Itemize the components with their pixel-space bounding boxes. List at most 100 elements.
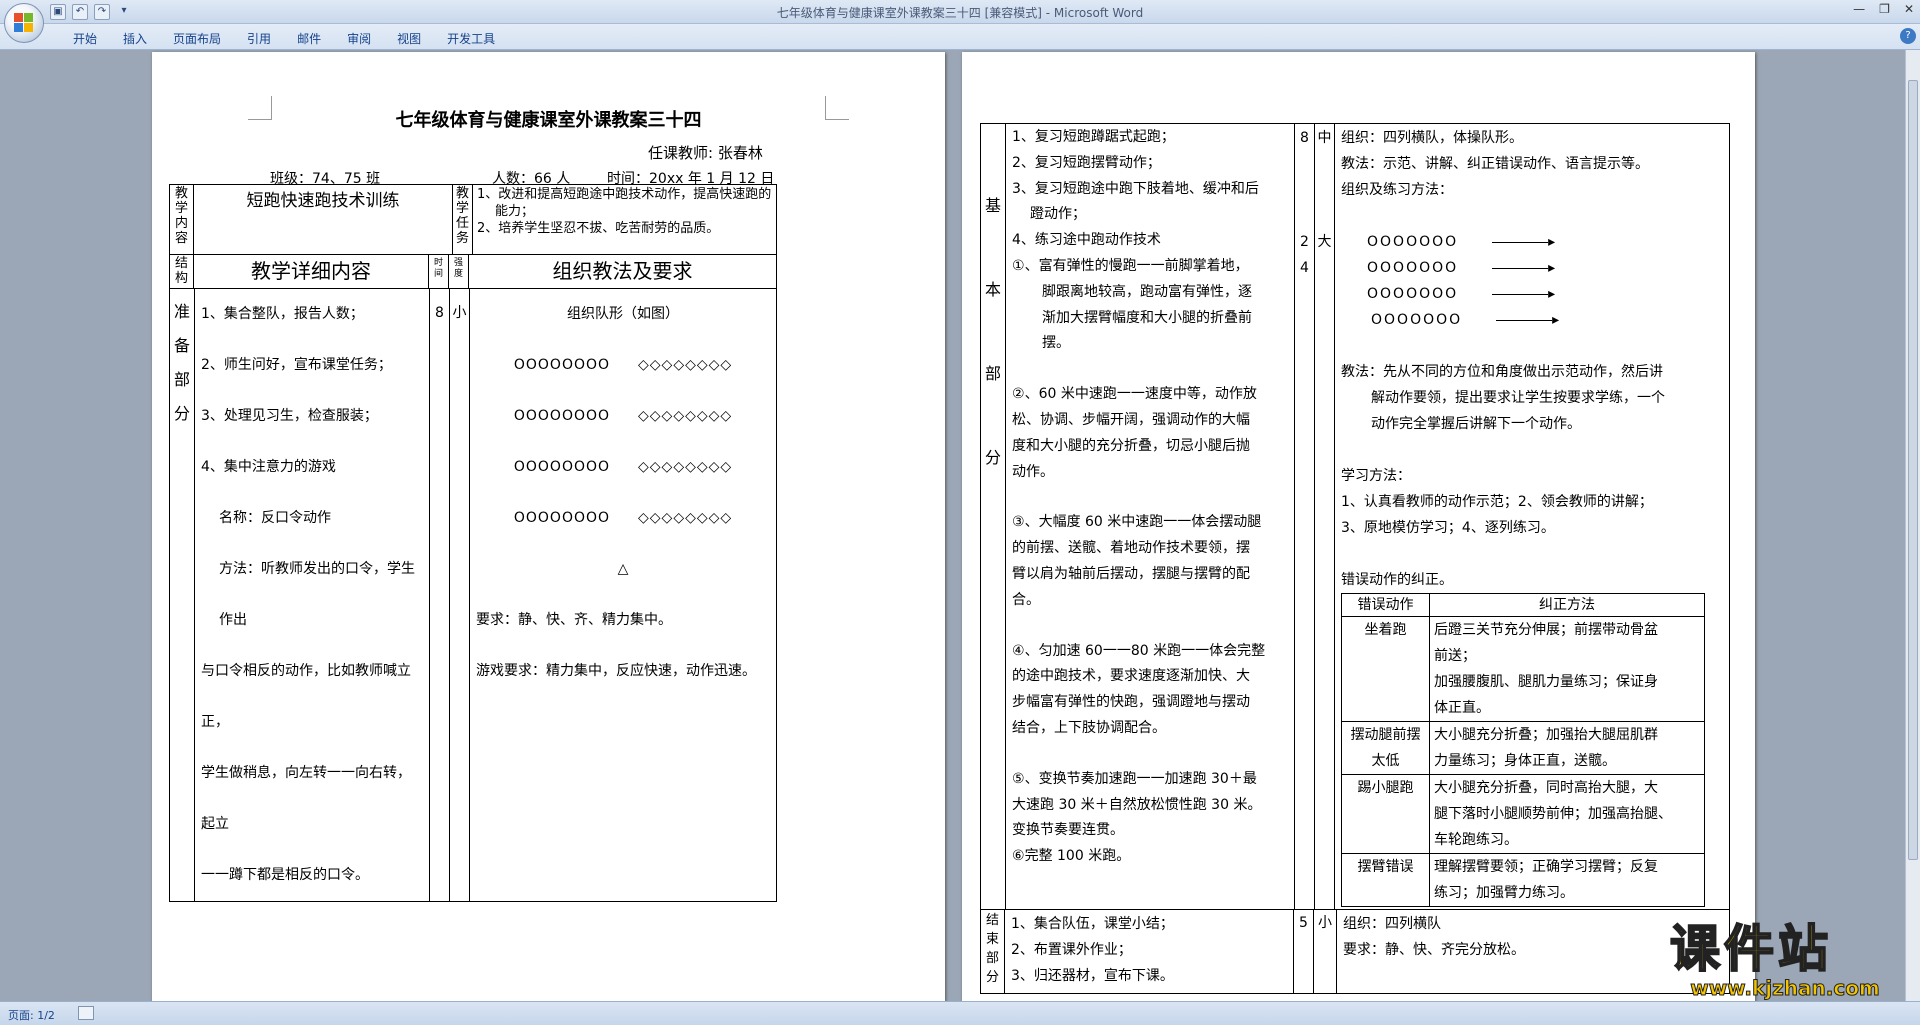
help-icon[interactable]: ? <box>1900 28 1916 44</box>
formation-row: OOOOOOOO ◇◇◇◇◇◇◇◇ <box>476 442 770 493</box>
fix-line: 后蹬三关节充分伸展；前摆带动骨盆 <box>1434 622 1659 638</box>
prep-item: 2、师生问好，宣布课堂任务； <box>201 357 392 373</box>
fix-cell: 理解摆臂要领；正确学习摆臂；反复 练习；加强臂力练习。 <box>1429 853 1706 907</box>
task-label: 教学任务 <box>452 184 473 255</box>
tab-references[interactable]: 引用 <box>234 30 284 47</box>
arrow-icon <box>1496 319 1553 321</box>
basic-item: ④、匀加速 60一一80 米跑一一体会完整 <box>1012 642 1266 659</box>
method-line: 解动作要领，提出要求让学生按要求学练，一个 <box>1371 390 1666 406</box>
time-value: 8 <box>1300 130 1309 146</box>
office-button[interactable] <box>4 3 44 43</box>
basic-item: 4、练习途中跑动作技术 <box>1012 232 1161 249</box>
section-char: 基 <box>985 196 1002 215</box>
section-char: 部 <box>985 364 1002 383</box>
fix-line: 腿下落时小腿顺势前伸；加强高抬腿、 <box>1434 806 1673 822</box>
task-list: 1、改进和提高短跑途中跑技术动作，提高快速跑的 能力； 2、培养学生坚忍不拔、吃… <box>472 184 777 255</box>
basic-item: 摆。 <box>1042 335 1071 352</box>
basic-section: 基 本 部 分 1、复习短跑蹲踞式起跑； 2、复习短跑摆臂动作； 3、复习短跑途… <box>979 123 1730 910</box>
prep-item: 一一蹲下都是相反的口令。 <box>201 867 370 883</box>
prep-item: 1、集合整队，报告人数； <box>201 306 364 322</box>
site-watermark-logo: 课件站 www.kjzhan.com <box>1669 921 1900 1001</box>
basic-item: 3、复习短跑途中跑下肢着地、缓冲和后 <box>1012 180 1259 197</box>
circles-row: OOOOOOO <box>1367 234 1459 250</box>
office-logo-icon <box>14 13 34 33</box>
task-1: 1、改进和提高短跑途中跑技术动作，提高快速跑的 <box>477 187 772 202</box>
maximize-icon[interactable]: ❐ <box>1879 2 1890 16</box>
fix-line: 练习；加强臂力练习。 <box>1434 885 1575 901</box>
diamonds-row: ◇◇◇◇◇◇◇◇ <box>638 510 733 526</box>
circles-row: OOOOOOO <box>1371 312 1463 328</box>
section-char: 分 <box>174 404 191 423</box>
close-icon[interactable]: ✕ <box>1904 2 1914 16</box>
tab-page-layout[interactable]: 页面布局 <box>160 30 234 47</box>
section-char: 结 <box>985 913 999 928</box>
basic-item: 变换节奏要连贯。 <box>1012 822 1125 839</box>
prep-intensity: 小 <box>449 288 471 902</box>
tab-mailings[interactable]: 邮件 <box>284 30 334 47</box>
basic-item: ⑥完整 100 米跑。 <box>1012 848 1131 865</box>
window-title: 七年级体育与健康课室外课教案三十四 [兼容模式] - Microsoft Wor… <box>776 6 1144 20</box>
formation-row: OOOOOOO ▸ <box>1367 286 1558 302</box>
ribbon-tabs: 开始 插入 页面布局 引用 邮件 审阅 视图 开发工具 <box>60 30 508 47</box>
end-item: 1、集合队伍，课堂小结； <box>1011 916 1174 932</box>
learn-line: 1、认真看教师的动作示范；2、领会教师的讲解； <box>1341 494 1653 510</box>
fix-cell: 后蹬三关节充分伸展；前摆带动骨盆 前送； 加强腰腹肌、腿肌力量练习；保证身 体正… <box>1429 616 1706 722</box>
basic-item: 1、复习短跑蹲踞式起跑； <box>1012 129 1175 145</box>
org-line: 组织：四列横队，体操队形。 <box>1341 130 1524 146</box>
basic-item: 动作。 <box>1012 463 1055 480</box>
vertical-scrollbar[interactable] <box>1905 50 1920 1001</box>
window-controls: — ❐ ✕ <box>1853 2 1914 16</box>
tab-insert[interactable]: 插入 <box>110 30 160 47</box>
page-2: 基 本 部 分 1、复习短跑蹲踞式起跑； 2、复习短跑摆臂动作； 3、复习短跑途… <box>962 52 1755 1001</box>
prep-item: 方法：听教师发出的口令，学生作出 <box>219 561 416 628</box>
end-section: 结 束 部 分 1、集合队伍，课堂小结； 2、布置课外作业； 3、归还器材，宣布… <box>980 909 1730 994</box>
section-char: 分 <box>985 448 1002 467</box>
circles-row: OOOOOOO <box>1367 260 1459 276</box>
learn-line: 3、原地模仿学习；4、逐列练习。 <box>1341 520 1555 536</box>
fix-line: 理解摆臂要领；正确学习摆臂；反复 <box>1434 859 1659 875</box>
basic-item: 结合，上下肢协调配合。 <box>1012 719 1167 736</box>
basic-item: 渐加大摆臂幅度和大小腿的折叠前 <box>1042 309 1253 326</box>
tab-home[interactable]: 开始 <box>60 30 110 47</box>
diamonds-row: ◇◇◇◇◇◇◇◇ <box>638 357 733 373</box>
error-cell: 坐着跑 <box>1341 616 1431 722</box>
method-line: 动作完全掌握后讲解下一个动作。 <box>1371 416 1582 432</box>
structure-label: 结构 <box>169 254 194 289</box>
circles-row: OOOOOOOO <box>513 357 611 373</box>
formation-title: 组织队形（如图） <box>567 306 679 322</box>
teacher-name: 任课教师: 张春林 <box>648 144 763 162</box>
basic-item: ⑤、变换节奏加速跑一一加速跑 30＋最 <box>1012 770 1257 787</box>
basic-item: 脚跟离地较高，跑动富有弹性，逐 <box>1042 283 1253 300</box>
method-header: 组织教法及要求 <box>468 254 777 289</box>
basic-item: 的途中跑技术，要求速度逐渐加快、大 <box>1012 668 1251 685</box>
minimize-icon[interactable]: — <box>1853 2 1865 16</box>
page-1: 七年级体育与健康课室外课教案三十四 任课教师: 张春林 班级：74、75 班 人… <box>152 52 945 1001</box>
tab-developer[interactable]: 开发工具 <box>434 30 508 47</box>
tab-review[interactable]: 审阅 <box>334 30 384 47</box>
fix-line: 力量练习；身体正直，送髋。 <box>1434 753 1617 769</box>
section-char: 备 <box>174 336 191 355</box>
error-correction-table: 错误动作 纠正方法 坐着跑 后蹬三关节充分伸展；前摆带动骨盆 前送； 加强腰腹肌… <box>1341 593 1706 907</box>
intensity-value: 大 <box>1317 234 1332 250</box>
lesson-header-row: 结构 教学详细内容 时间 强度 组织教法及要求 <box>169 254 777 289</box>
task-1b: 能力； <box>495 204 535 219</box>
fix-line: 前送； <box>1434 648 1477 664</box>
scrollbar-thumb[interactable] <box>1908 80 1918 860</box>
formation-row: OOOOOOO ▸ <box>1367 234 1558 250</box>
game-requirement: 游戏要求：精力集中，反应快速，动作迅速。 <box>476 663 757 679</box>
basic-item: 度和大小腿的充分折叠，切忌小腿后抛 <box>1012 437 1251 454</box>
tab-view[interactable]: 视图 <box>384 30 434 47</box>
arrow-icon <box>1492 293 1549 295</box>
page-indicator[interactable]: 页面: 1/2 <box>8 1007 55 1023</box>
prep-item: 4、集中注意力的游戏 <box>201 459 336 475</box>
content-label: 教学内容 <box>169 184 194 255</box>
learn-title: 学习方法： <box>1341 468 1412 484</box>
section-label-basic: 基 本 部 分 <box>979 123 1007 910</box>
formation-row: OOOOOOOO ◇◇◇◇◇◇◇◇ <box>476 391 770 442</box>
end-time: 5 <box>1293 909 1314 994</box>
proofing-icon[interactable] <box>78 1006 94 1020</box>
basic-method: 组织：四列横队，体操队形。 教法：示范、讲解、纠正错误动作、语言提示等。 组织及… <box>1334 123 1730 910</box>
prep-items: 1、集合整队，报告人数； 2、师生问好，宣布课堂任务； 3、处理见习生，检查服装… <box>194 288 431 902</box>
